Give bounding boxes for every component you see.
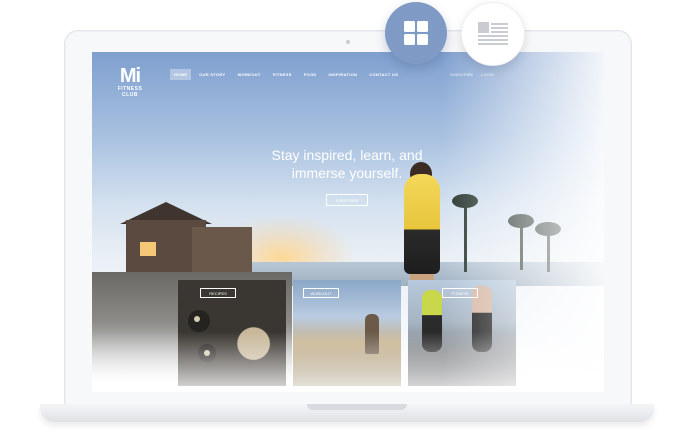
runner-1 bbox=[422, 290, 442, 352]
hero-line-1: Stay inspired, learn, and bbox=[271, 147, 423, 163]
food-crumb bbox=[204, 350, 210, 356]
runner-figure bbox=[404, 174, 440, 274]
palm-leaves bbox=[452, 194, 478, 208]
nav-item-food[interactable]: FOOD bbox=[300, 69, 321, 80]
site-logo[interactable]: Mi FITNESS CLUB bbox=[110, 66, 150, 98]
card-tag-workout: WORKOUT bbox=[303, 288, 339, 298]
list-view-button[interactable] bbox=[461, 2, 525, 66]
beach-house-2 bbox=[192, 227, 252, 273]
nav-item-fitness[interactable]: FITNESS bbox=[269, 69, 296, 80]
house-window bbox=[140, 242, 156, 256]
card-workout[interactable]: WORKOUT bbox=[293, 280, 401, 386]
nav-item-workout[interactable]: WORKOUT bbox=[233, 69, 264, 80]
subscribe-link[interactable]: SUBSCRIBE bbox=[450, 72, 473, 77]
nav-item-contact-us[interactable]: CONTACT US bbox=[365, 69, 402, 80]
list-view-icon bbox=[478, 22, 508, 45]
palm-leaves bbox=[508, 214, 534, 228]
hero-subscribe-button[interactable]: SUBSCRIBE bbox=[326, 194, 368, 206]
card-fitness[interactable]: FITNESS bbox=[408, 280, 516, 386]
website-preview: Mi FITNESS CLUB HOME OUR STORY WORKOUT F… bbox=[92, 52, 604, 392]
login-link[interactable]: LOGIN bbox=[481, 72, 493, 77]
nav-item-our-story[interactable]: OUR STORY bbox=[195, 69, 229, 80]
logo-mark: Mi bbox=[119, 65, 141, 87]
palm-tree bbox=[464, 202, 467, 272]
main-nav: HOME OUR STORY WORKOUT FITNESS FOOD INSP… bbox=[170, 69, 402, 80]
card-tag-fitness: FITNESS bbox=[442, 288, 478, 298]
grid-view-button[interactable] bbox=[385, 2, 447, 64]
laptop-notch bbox=[307, 404, 407, 410]
card-tag-recipes: RECIPES bbox=[200, 288, 236, 298]
card-recipes[interactable]: RECIPES bbox=[178, 280, 286, 386]
walking-person bbox=[365, 314, 379, 354]
nav-right-links: SUBSCRIBE LOGIN bbox=[450, 72, 494, 77]
camera-dot bbox=[346, 40, 350, 44]
grid-view-icon bbox=[404, 21, 428, 45]
hero-headline: Stay inspired, learn, and immerse yourse… bbox=[252, 146, 442, 182]
hero-line-2: immerse yourself. bbox=[291, 165, 403, 181]
nav-item-home[interactable]: HOME bbox=[170, 69, 192, 80]
nav-item-inspiration[interactable]: INSPIRATION bbox=[324, 69, 361, 80]
logo-line-2: CLUB bbox=[122, 92, 138, 98]
food-crumb bbox=[194, 316, 200, 322]
palm-leaves bbox=[535, 222, 561, 236]
